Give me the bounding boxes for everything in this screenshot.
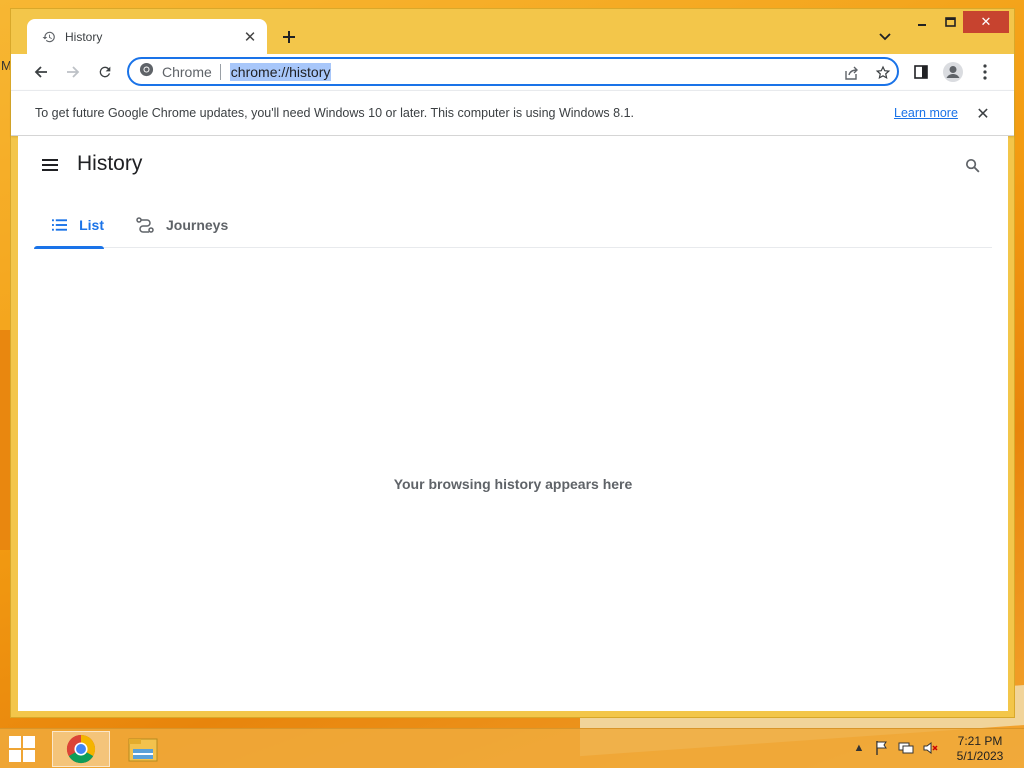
reload-icon bbox=[99, 66, 111, 78]
history-tabs: List Journeys bbox=[34, 202, 992, 249]
menu-button[interactable] bbox=[973, 60, 997, 84]
url-text[interactable]: chrome://history bbox=[229, 62, 332, 81]
empty-history-message: Your browsing history appears here bbox=[393, 476, 633, 492]
arrow-left-icon bbox=[34, 66, 47, 78]
action-center-flag-icon[interactable] bbox=[873, 739, 891, 757]
minimize-icon bbox=[918, 24, 926, 26]
taskbar-file-explorer[interactable] bbox=[114, 731, 172, 767]
share-icon[interactable] bbox=[841, 63, 861, 83]
taskbar-clock[interactable]: 7:21 PM 5/1/2023 bbox=[944, 734, 1016, 764]
clock-time: 7:21 PM bbox=[957, 734, 1003, 748]
list-icon bbox=[52, 219, 68, 231]
infobar-close-icon[interactable]: ✕ bbox=[973, 104, 993, 124]
plus-icon bbox=[283, 31, 295, 43]
page-title: History bbox=[77, 152, 143, 175]
show-hidden-icons[interactable]: ▲ bbox=[850, 739, 868, 757]
back-button[interactable] bbox=[29, 60, 53, 84]
close-window-button[interactable]: ✕ bbox=[963, 11, 1009, 33]
tab-journeys-label: Journeys bbox=[166, 217, 229, 233]
maximize-button[interactable] bbox=[937, 11, 963, 33]
chrome-window: History ✕ ✕ Chrome chrome://history To g… bbox=[10, 8, 1015, 718]
folder-icon bbox=[128, 738, 158, 762]
windows-taskbar: ▲ 7:21 PM 5/1/2023 bbox=[0, 728, 1024, 768]
volume-muted-icon[interactable] bbox=[921, 739, 939, 757]
tab-list-label: List bbox=[79, 217, 104, 233]
omnibox-separator bbox=[219, 63, 221, 80]
reload-button[interactable] bbox=[93, 60, 117, 84]
tab-list[interactable]: List bbox=[34, 202, 104, 249]
chrome-icon bbox=[66, 734, 96, 764]
browser-toolbar: Chrome chrome://history bbox=[11, 54, 1014, 90]
avatar-icon bbox=[943, 62, 963, 82]
tab-close-icon[interactable]: ✕ bbox=[239, 26, 261, 48]
windows-logo-icon bbox=[9, 736, 21, 748]
address-bar[interactable]: Chrome chrome://history bbox=[127, 57, 899, 86]
arrow-right-icon bbox=[67, 66, 80, 78]
clock-date: 5/1/2023 bbox=[956, 749, 1004, 763]
update-infobar: To get future Google Chrome updates, you… bbox=[11, 90, 1014, 136]
search-history-button[interactable] bbox=[961, 154, 983, 176]
kebab-menu-icon bbox=[983, 64, 987, 80]
bookmark-star-icon[interactable] bbox=[873, 63, 893, 83]
history-icon bbox=[41, 29, 57, 45]
learn-more-link[interactable]: Learn more bbox=[894, 106, 958, 120]
start-button[interactable] bbox=[9, 736, 37, 762]
minimize-button[interactable] bbox=[909, 11, 935, 33]
maximize-icon bbox=[944, 17, 956, 27]
profile-button[interactable] bbox=[941, 60, 965, 84]
forward-button[interactable] bbox=[61, 60, 85, 84]
taskbar-chrome[interactable] bbox=[52, 731, 110, 767]
search-icon bbox=[965, 158, 980, 173]
journeys-icon bbox=[136, 217, 154, 233]
new-tab-button[interactable] bbox=[277, 25, 301, 49]
history-page: History List Journeys Your browsing hist… bbox=[18, 136, 1008, 711]
site-chip-label: Chrome bbox=[162, 63, 212, 80]
side-panel-icon bbox=[914, 65, 928, 79]
tab-journeys[interactable]: Journeys bbox=[120, 202, 230, 248]
chrome-logo-icon bbox=[139, 62, 154, 82]
network-icon[interactable] bbox=[897, 739, 915, 757]
side-panel-button[interactable] bbox=[909, 60, 933, 84]
infobar-message: To get future Google Chrome updates, you… bbox=[35, 106, 634, 120]
tab-history[interactable]: History ✕ bbox=[27, 19, 267, 55]
title-bar[interactable]: History ✕ ✕ bbox=[11, 9, 1014, 55]
tab-search-button[interactable] bbox=[875, 27, 895, 47]
hamburger-menu-icon[interactable] bbox=[42, 154, 64, 176]
tab-title: History bbox=[65, 30, 103, 44]
chevron-down-icon bbox=[879, 33, 891, 41]
